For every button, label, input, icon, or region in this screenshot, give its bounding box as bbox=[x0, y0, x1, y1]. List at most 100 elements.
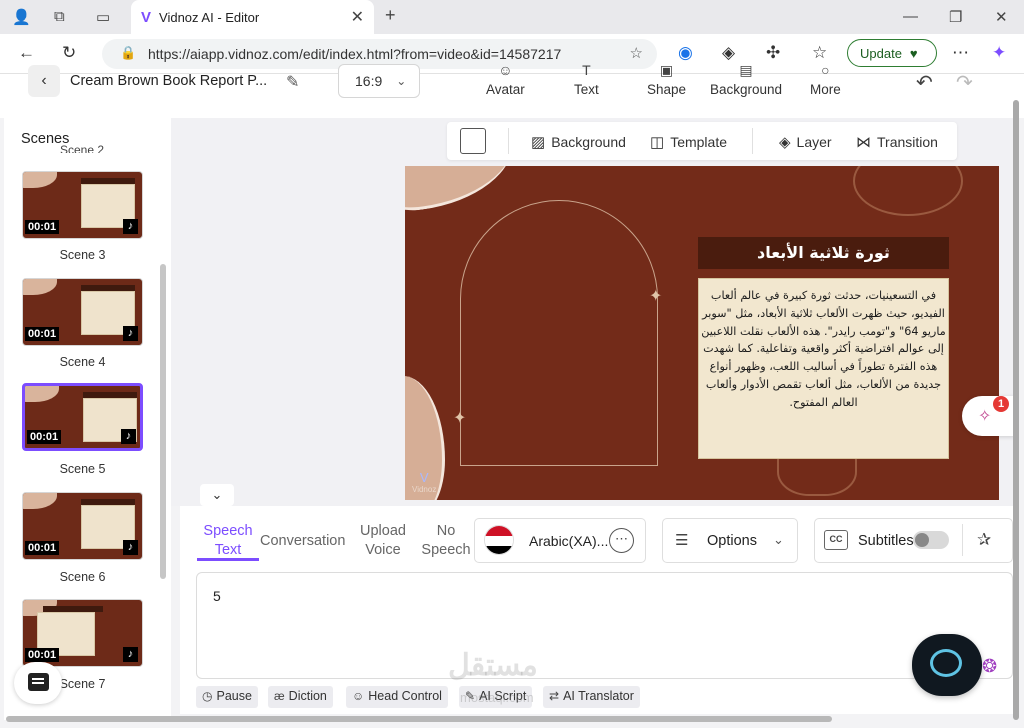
layers-icon: ◈ bbox=[779, 134, 791, 151]
lock-icon[interactable]: 🔒 bbox=[120, 45, 136, 61]
aspect-ratio-select[interactable]: 16:9 ⌄ bbox=[338, 64, 420, 98]
background-button-label: Background bbox=[551, 134, 626, 150]
chevron-down-icon: ⌄ bbox=[211, 487, 223, 502]
copilot-icon[interactable]: ✦ bbox=[992, 43, 1006, 63]
tab-actions-icon[interactable]: ▭ bbox=[96, 8, 110, 26]
scene-duration: 00:01 bbox=[27, 430, 62, 444]
update-button[interactable]: Update ♥ bbox=[847, 39, 937, 67]
new-tab-icon[interactable]: + bbox=[385, 5, 396, 26]
tab-conversation[interactable]: Conversation bbox=[260, 532, 345, 551]
extension-globe-icon[interactable]: ◈ bbox=[722, 43, 735, 63]
restore-icon[interactable]: ❐ bbox=[949, 8, 962, 26]
head-control-button[interactable]: ☺ Head Control bbox=[346, 686, 448, 708]
template-button[interactable]: ◫ Template bbox=[650, 133, 727, 151]
horizontal-scrollbar[interactable] bbox=[6, 716, 832, 722]
scene-duration: 00:01 bbox=[25, 541, 60, 555]
background-tool-button[interactable]: ▤ Background bbox=[710, 62, 782, 97]
browser-tab-active[interactable]: V Vidnoz AI - Editor ✕ bbox=[131, 0, 374, 34]
edit-title-icon[interactable]: ✎ bbox=[286, 72, 299, 92]
scene-duration: 00:01 bbox=[25, 648, 60, 662]
more-tool-button[interactable]: ○ More bbox=[810, 62, 841, 97]
scene-thumbnail[interactable]: 00:01 ♪ bbox=[22, 171, 143, 239]
layer-button[interactable]: ◈ Layer bbox=[779, 133, 832, 151]
scene-thumbnail[interactable]: 00:01 ♪ bbox=[22, 599, 143, 667]
back-button[interactable]: ‹ bbox=[28, 65, 60, 97]
subtitles-toggle[interactable] bbox=[913, 531, 949, 549]
page-scrollbar[interactable] bbox=[1013, 100, 1019, 720]
vidnoz-logo-icon: V bbox=[419, 470, 429, 485]
scene-duration: 00:01 bbox=[25, 327, 60, 341]
pin-icon[interactable]: ✰ bbox=[977, 530, 991, 550]
message-button[interactable] bbox=[14, 662, 62, 704]
profile-icon[interactable]: 👤 bbox=[12, 8, 31, 26]
speech-text-input[interactable]: 5 bbox=[196, 572, 1013, 679]
text-icon: T bbox=[582, 62, 591, 78]
pause-button[interactable]: ◷ Pause bbox=[196, 686, 258, 708]
template-button-label: Template bbox=[670, 134, 727, 150]
tab-upload-voice[interactable]: Upload Voice bbox=[357, 522, 409, 560]
redo-icon[interactable]: ↷ bbox=[956, 70, 973, 95]
favorites-icon[interactable]: ☆ bbox=[812, 43, 827, 63]
minimize-icon[interactable]: — bbox=[903, 8, 918, 25]
slide-body-text[interactable]: في التسعينيات، حدثت ثورة كبيرة في عالم أ… bbox=[698, 278, 949, 459]
mostaql-watermark-url: mostaql.com bbox=[460, 690, 534, 705]
shape-icon: ▣ bbox=[659, 62, 674, 78]
arch-frame[interactable] bbox=[460, 200, 658, 466]
more-options-icon[interactable]: ⋯ bbox=[609, 528, 634, 553]
update-label: Update bbox=[860, 45, 902, 61]
scene-thumbnail[interactable]: 00:01 ♪ bbox=[22, 492, 143, 560]
decorative-swirl bbox=[853, 166, 963, 216]
message-icon bbox=[28, 673, 49, 691]
background-pattern-icon: ▨ bbox=[531, 134, 546, 151]
watermark-text: Vidnoz bbox=[412, 485, 437, 494]
music-icon: ♪ bbox=[123, 647, 138, 662]
music-icon: ♪ bbox=[123, 326, 138, 341]
workspaces-icon[interactable]: ⧉ bbox=[54, 8, 65, 25]
back-icon[interactable]: ← bbox=[18, 43, 35, 63]
tab-speech-text[interactable]: Speech Text bbox=[200, 522, 256, 560]
options-label: Options bbox=[707, 533, 757, 549]
scene-thumbnail-selected[interactable]: 00:01 ♪ bbox=[22, 383, 143, 451]
project-title[interactable]: Cream Brown Book Report P... bbox=[70, 73, 267, 89]
more-tool-label: More bbox=[810, 82, 841, 97]
chat-support-button[interactable] bbox=[912, 634, 982, 696]
extensions-puzzle-icon[interactable]: ✣ bbox=[766, 43, 780, 63]
window-close-icon[interactable]: ✕ bbox=[995, 8, 1008, 26]
chip-label: Diction bbox=[288, 689, 327, 703]
divider bbox=[752, 128, 753, 154]
diction-icon: æ bbox=[274, 689, 285, 703]
scene-thumbnail[interactable]: 00:01 ♪ bbox=[22, 278, 143, 346]
scene-label: Scene 2 bbox=[60, 143, 105, 153]
scene-label: Scene 3 bbox=[59, 248, 106, 262]
slide-canvas[interactable]: ✦ ✦ ثورة ثلاثية الأبعاد في التسعينيات، ح… bbox=[405, 166, 999, 500]
undo-icon[interactable]: ↶ bbox=[916, 70, 933, 95]
sparkle-icon: ✦ bbox=[649, 288, 663, 305]
diction-button[interactable]: æ Diction bbox=[268, 686, 333, 708]
tab-title: Vidnoz AI - Editor bbox=[159, 9, 260, 25]
collapse-panel-button[interactable]: ⌄ bbox=[200, 484, 234, 506]
favorite-star-icon[interactable]: ☆ bbox=[630, 44, 643, 62]
chip-label: AI Translator bbox=[563, 689, 634, 703]
ai-translator-button[interactable]: ⇄ AI Translator bbox=[543, 686, 640, 708]
slide-heading[interactable]: ثورة ثلاثية الأبعاد bbox=[698, 237, 949, 269]
transition-button[interactable]: ⋈ Transition bbox=[856, 133, 938, 151]
text-tool-button[interactable]: T Text bbox=[574, 62, 599, 97]
color-swatch[interactable] bbox=[460, 128, 486, 154]
reload-icon[interactable]: ↻ bbox=[62, 43, 76, 63]
settings-more-icon[interactable]: ⋯ bbox=[952, 43, 969, 63]
close-tab-icon[interactable]: ✕ bbox=[351, 7, 364, 27]
scene-label: Scene 5 bbox=[59, 462, 106, 476]
shape-tool-button[interactable]: ▣ Shape bbox=[647, 62, 686, 97]
floating-assistant-button[interactable]: ✧ 1 bbox=[962, 396, 1014, 436]
chevron-down-icon: ⌄ bbox=[773, 532, 784, 547]
clock-icon: ◷ bbox=[202, 689, 213, 703]
divider bbox=[508, 128, 509, 154]
tab-no-speech[interactable]: No Speech bbox=[420, 522, 472, 560]
avatar-tool-button[interactable]: ☺ Avatar bbox=[486, 62, 525, 97]
extension-icon[interactable]: ◉ bbox=[678, 43, 693, 63]
chip-label: Head Control bbox=[368, 689, 442, 703]
ai-brain-icon[interactable]: ❂ bbox=[982, 656, 997, 677]
sparkle-icon: ✦ bbox=[453, 410, 467, 427]
scenes-scrollbar[interactable] bbox=[160, 264, 166, 579]
background-button[interactable]: ▨ Background bbox=[531, 133, 626, 151]
